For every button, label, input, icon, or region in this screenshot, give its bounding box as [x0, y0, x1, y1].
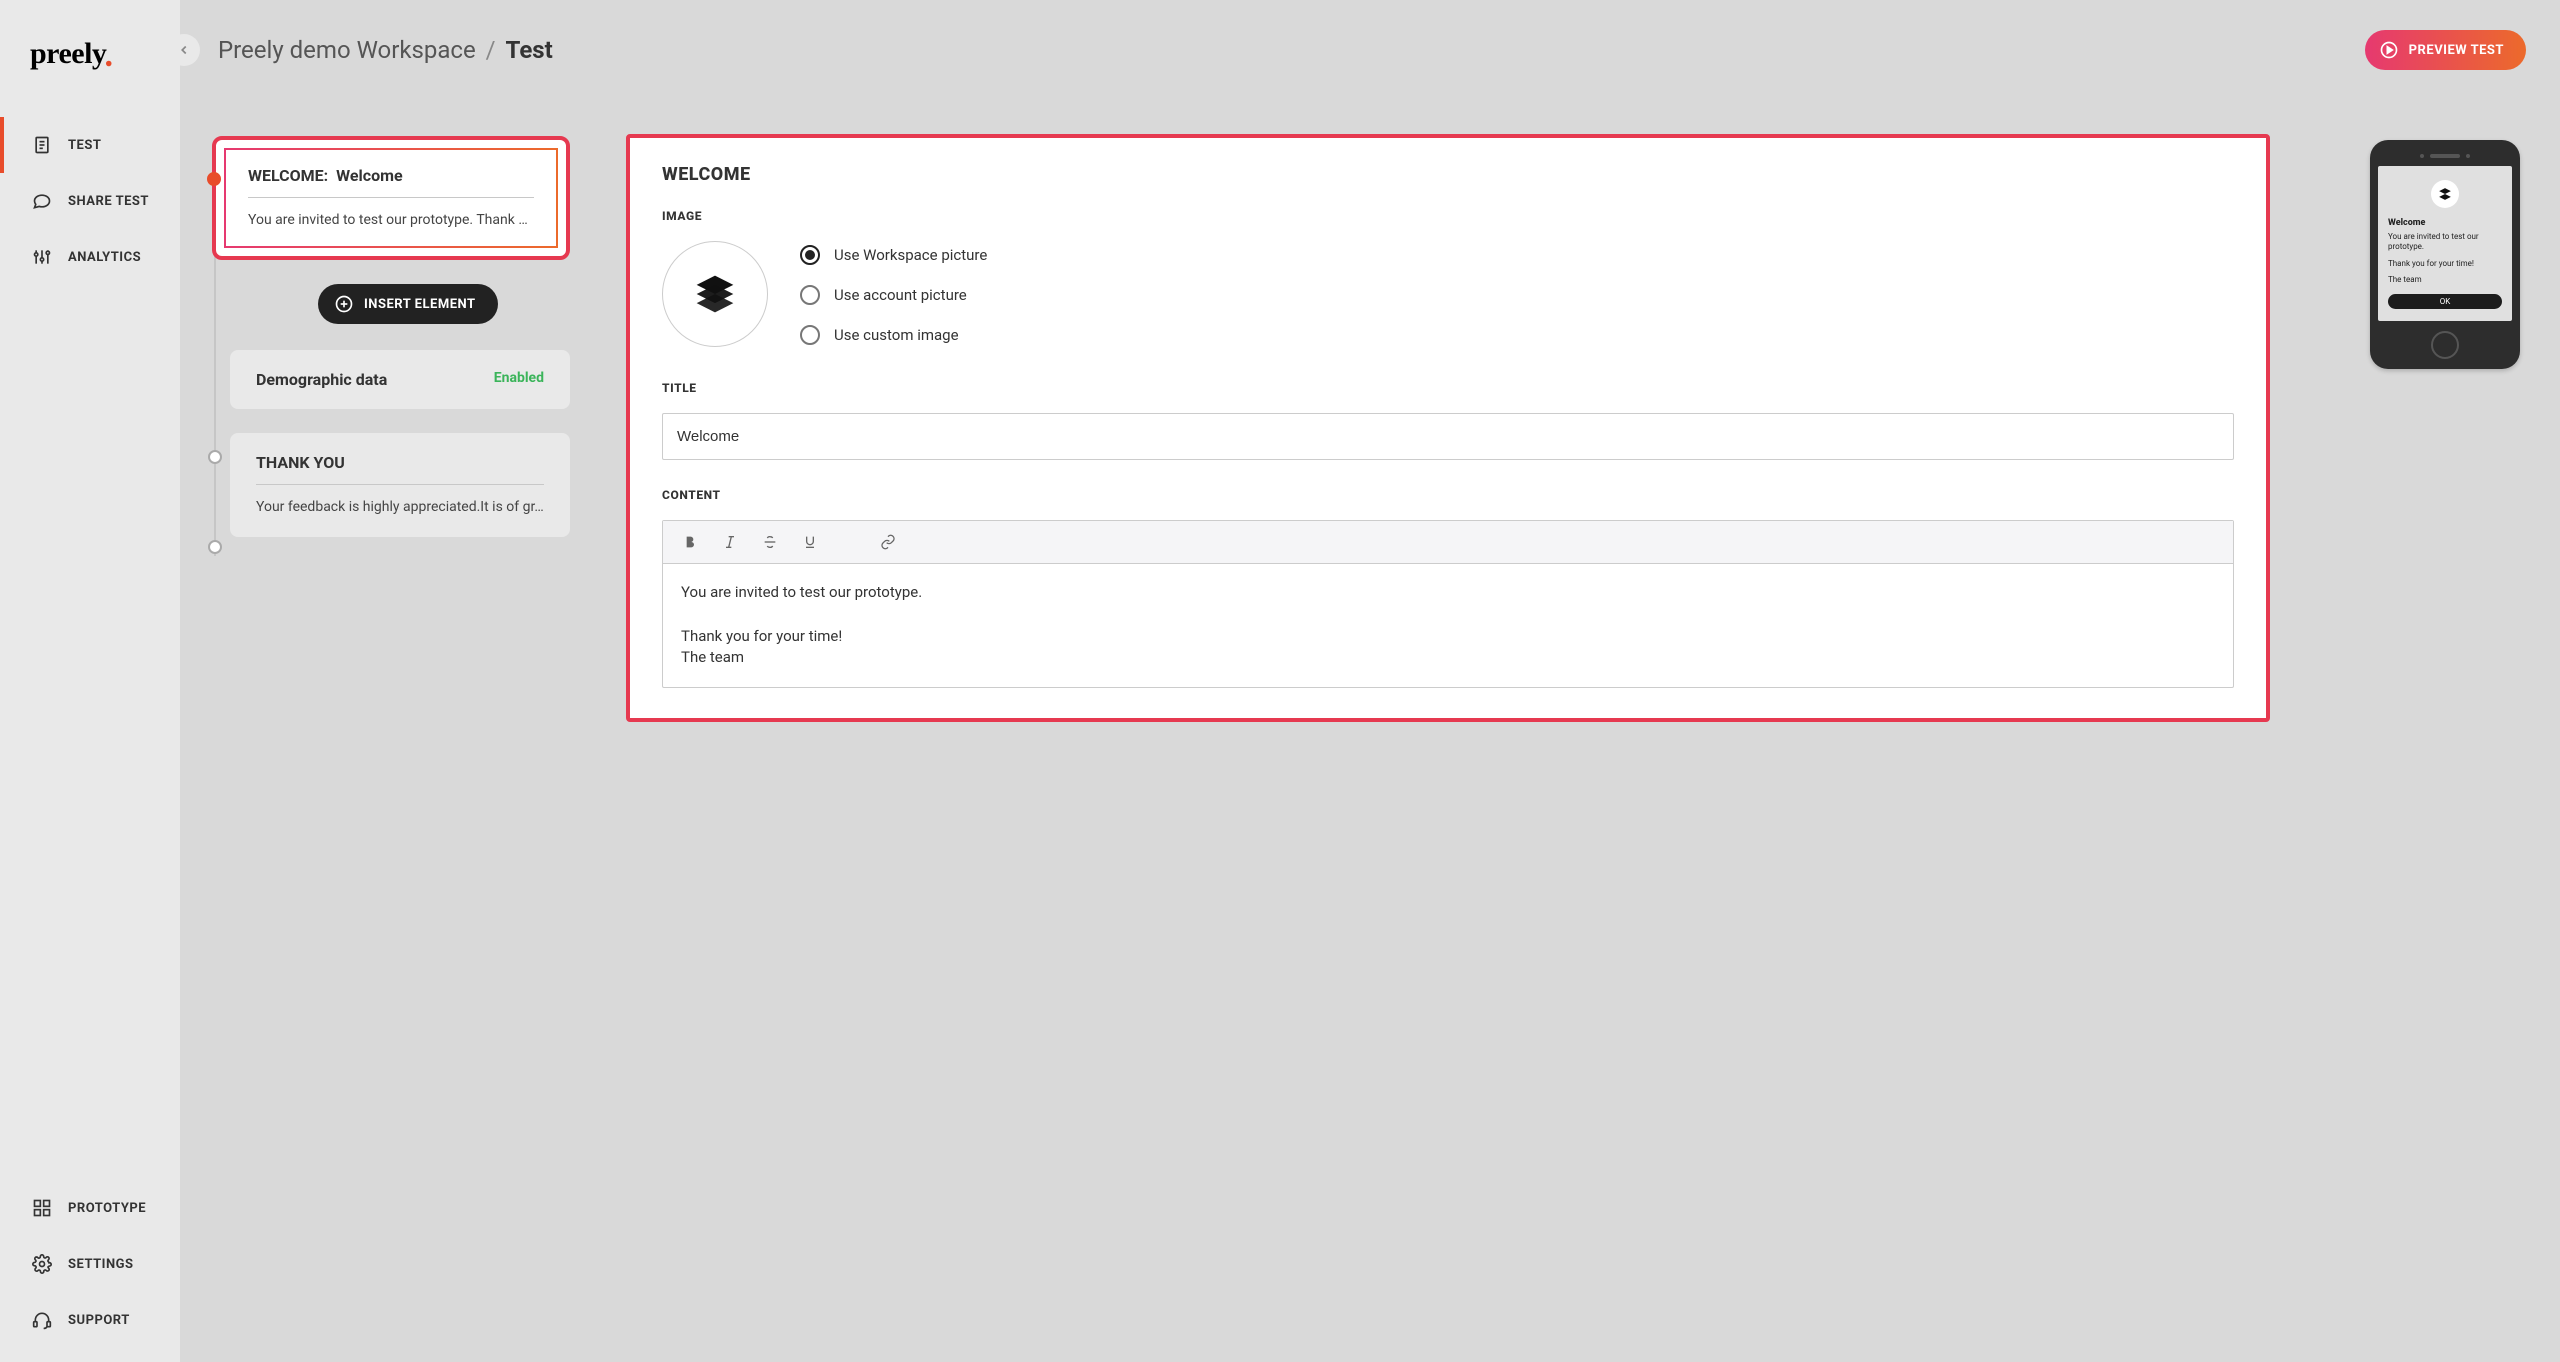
content-textarea[interactable]: You are invited to test our prototype. T…: [663, 564, 2233, 687]
plus-circle-icon: [334, 294, 354, 314]
sliders-icon: [32, 247, 52, 267]
breadcrumb: Preely demo Workspace / Test: [218, 36, 553, 64]
timeline-card-thankyou[interactable]: THANK YOU Your feedback is highly apprec…: [230, 433, 570, 537]
title-input[interactable]: [662, 413, 2234, 460]
radio-label: Use account picture: [834, 286, 967, 304]
phone-preview: Welcome You are invited to test our prot…: [2370, 140, 2520, 369]
nav-item-support[interactable]: SUPPORT: [0, 1292, 180, 1348]
card-title: Welcome: [336, 166, 403, 185]
link-button[interactable]: [877, 531, 899, 553]
image-preview: [662, 241, 768, 347]
radio-use-custom-image[interactable]: Use custom image: [800, 325, 987, 345]
radio-use-workspace-picture[interactable]: Use Workspace picture: [800, 245, 987, 265]
image-radio-group: Use Workspace picture Use account pictur…: [800, 241, 987, 345]
play-circle-icon: [2379, 40, 2399, 60]
nav-label: PROTOTYPE: [68, 1201, 146, 1216]
link-icon: [880, 534, 896, 550]
nav-label: SHARE TEST: [68, 194, 149, 209]
card-prefix: WELCOME:: [248, 166, 328, 185]
content-label: CONTENT: [662, 488, 2234, 502]
card-body: You are invited to test our prototype. T…: [248, 212, 534, 228]
timeline-card-welcome[interactable]: WELCOME: Welcome You are invited to test…: [212, 136, 570, 260]
phone-logo: [2431, 180, 2459, 208]
timeline-marker-demo: [208, 450, 222, 464]
underline-icon: [802, 534, 818, 550]
card-title: Demographic data: [256, 370, 387, 389]
nav-item-test[interactable]: TEST: [0, 117, 180, 173]
strike-button[interactable]: [759, 531, 781, 553]
nav-label: ANALYTICS: [68, 250, 141, 265]
nav-item-prototype[interactable]: PROTOTYPE: [0, 1180, 180, 1236]
phone-title: Welcome: [2388, 218, 2502, 228]
gear-icon: [32, 1254, 52, 1274]
phone-line2: Thank you for your time!: [2388, 259, 2502, 269]
nav-item-share-test[interactable]: SHARE TEST: [0, 173, 180, 229]
sidebar: preely. TEST SHARE TEST ANALYTICS PROTOT…: [0, 0, 180, 1362]
bold-icon: [682, 534, 698, 550]
preview-column: Welcome You are invited to test our prot…: [2310, 100, 2560, 1362]
phone-line1: You are invited to test our prototype.: [2388, 232, 2502, 253]
image-label: IMAGE: [662, 209, 2234, 223]
grid-icon: [32, 1198, 52, 1218]
card-title: THANK YOU: [256, 453, 345, 472]
radio-use-account-picture[interactable]: Use account picture: [800, 285, 987, 305]
main: Preely demo Workspace / Test PREVIEW TES…: [180, 0, 2560, 1362]
headset-icon: [32, 1310, 52, 1330]
preview-test-button[interactable]: PREVIEW TEST: [2365, 30, 2526, 70]
nav-item-analytics[interactable]: ANALYTICS: [0, 229, 180, 285]
radio-icon: [800, 245, 820, 265]
rte-toolbar: [663, 521, 2233, 564]
phone-ok-button: OK: [2388, 294, 2502, 309]
editor-heading: WELCOME: [662, 164, 2234, 185]
layers-icon: [693, 272, 737, 316]
nav-item-settings[interactable]: SETTINGS: [0, 1236, 180, 1292]
nav-top-group: TEST SHARE TEST ANALYTICS: [0, 117, 180, 285]
italic-icon: [722, 534, 738, 550]
title-label: TITLE: [662, 381, 2234, 395]
phone-line3: The team: [2388, 275, 2502, 285]
card-body: Your feedback is highly appreciated.It i…: [256, 499, 544, 515]
nav-label: SUPPORT: [68, 1313, 130, 1328]
timeline-marker-thankyou: [208, 540, 222, 554]
timeline-card-demographic[interactable]: Demographic data Enabled: [230, 350, 570, 409]
timeline-marker-welcome: [207, 172, 221, 186]
logo: preely.: [0, 22, 180, 117]
breadcrumb-sep: /: [486, 36, 496, 64]
nav-label: SETTINGS: [68, 1257, 134, 1272]
bold-button[interactable]: [679, 531, 701, 553]
editor-column: WELCOME IMAGE Use Workspace picture: [596, 100, 2310, 1362]
status-badge: Enabled: [494, 370, 544, 386]
italic-button[interactable]: [719, 531, 741, 553]
breadcrumb-workspace[interactable]: Preely demo Workspace: [218, 36, 476, 64]
radio-label: Use Workspace picture: [834, 246, 987, 264]
phone-screen: Welcome You are invited to test our prot…: [2378, 166, 2512, 321]
chat-icon: [32, 191, 52, 211]
nav-label: TEST: [68, 138, 101, 153]
nav-bottom-group: PROTOTYPE SETTINGS SUPPORT: [0, 1180, 180, 1362]
radio-label: Use custom image: [834, 326, 959, 344]
doc-icon: [32, 135, 52, 155]
layers-icon: [2438, 187, 2452, 201]
content-editor: You are invited to test our prototype. T…: [662, 520, 2234, 688]
insert-element-button[interactable]: INSERT ELEMENT: [318, 284, 498, 324]
phone-home-button: [2431, 331, 2459, 359]
radio-icon: [800, 325, 820, 345]
timeline-column: WELCOME: Welcome You are invited to test…: [180, 100, 596, 1362]
underline-button[interactable]: [799, 531, 821, 553]
strikethrough-icon: [762, 534, 778, 550]
editor-panel: WELCOME IMAGE Use Workspace picture: [626, 134, 2270, 722]
topbar: Preely demo Workspace / Test PREVIEW TES…: [180, 0, 2560, 100]
radio-icon: [800, 285, 820, 305]
breadcrumb-current: Test: [506, 36, 553, 64]
